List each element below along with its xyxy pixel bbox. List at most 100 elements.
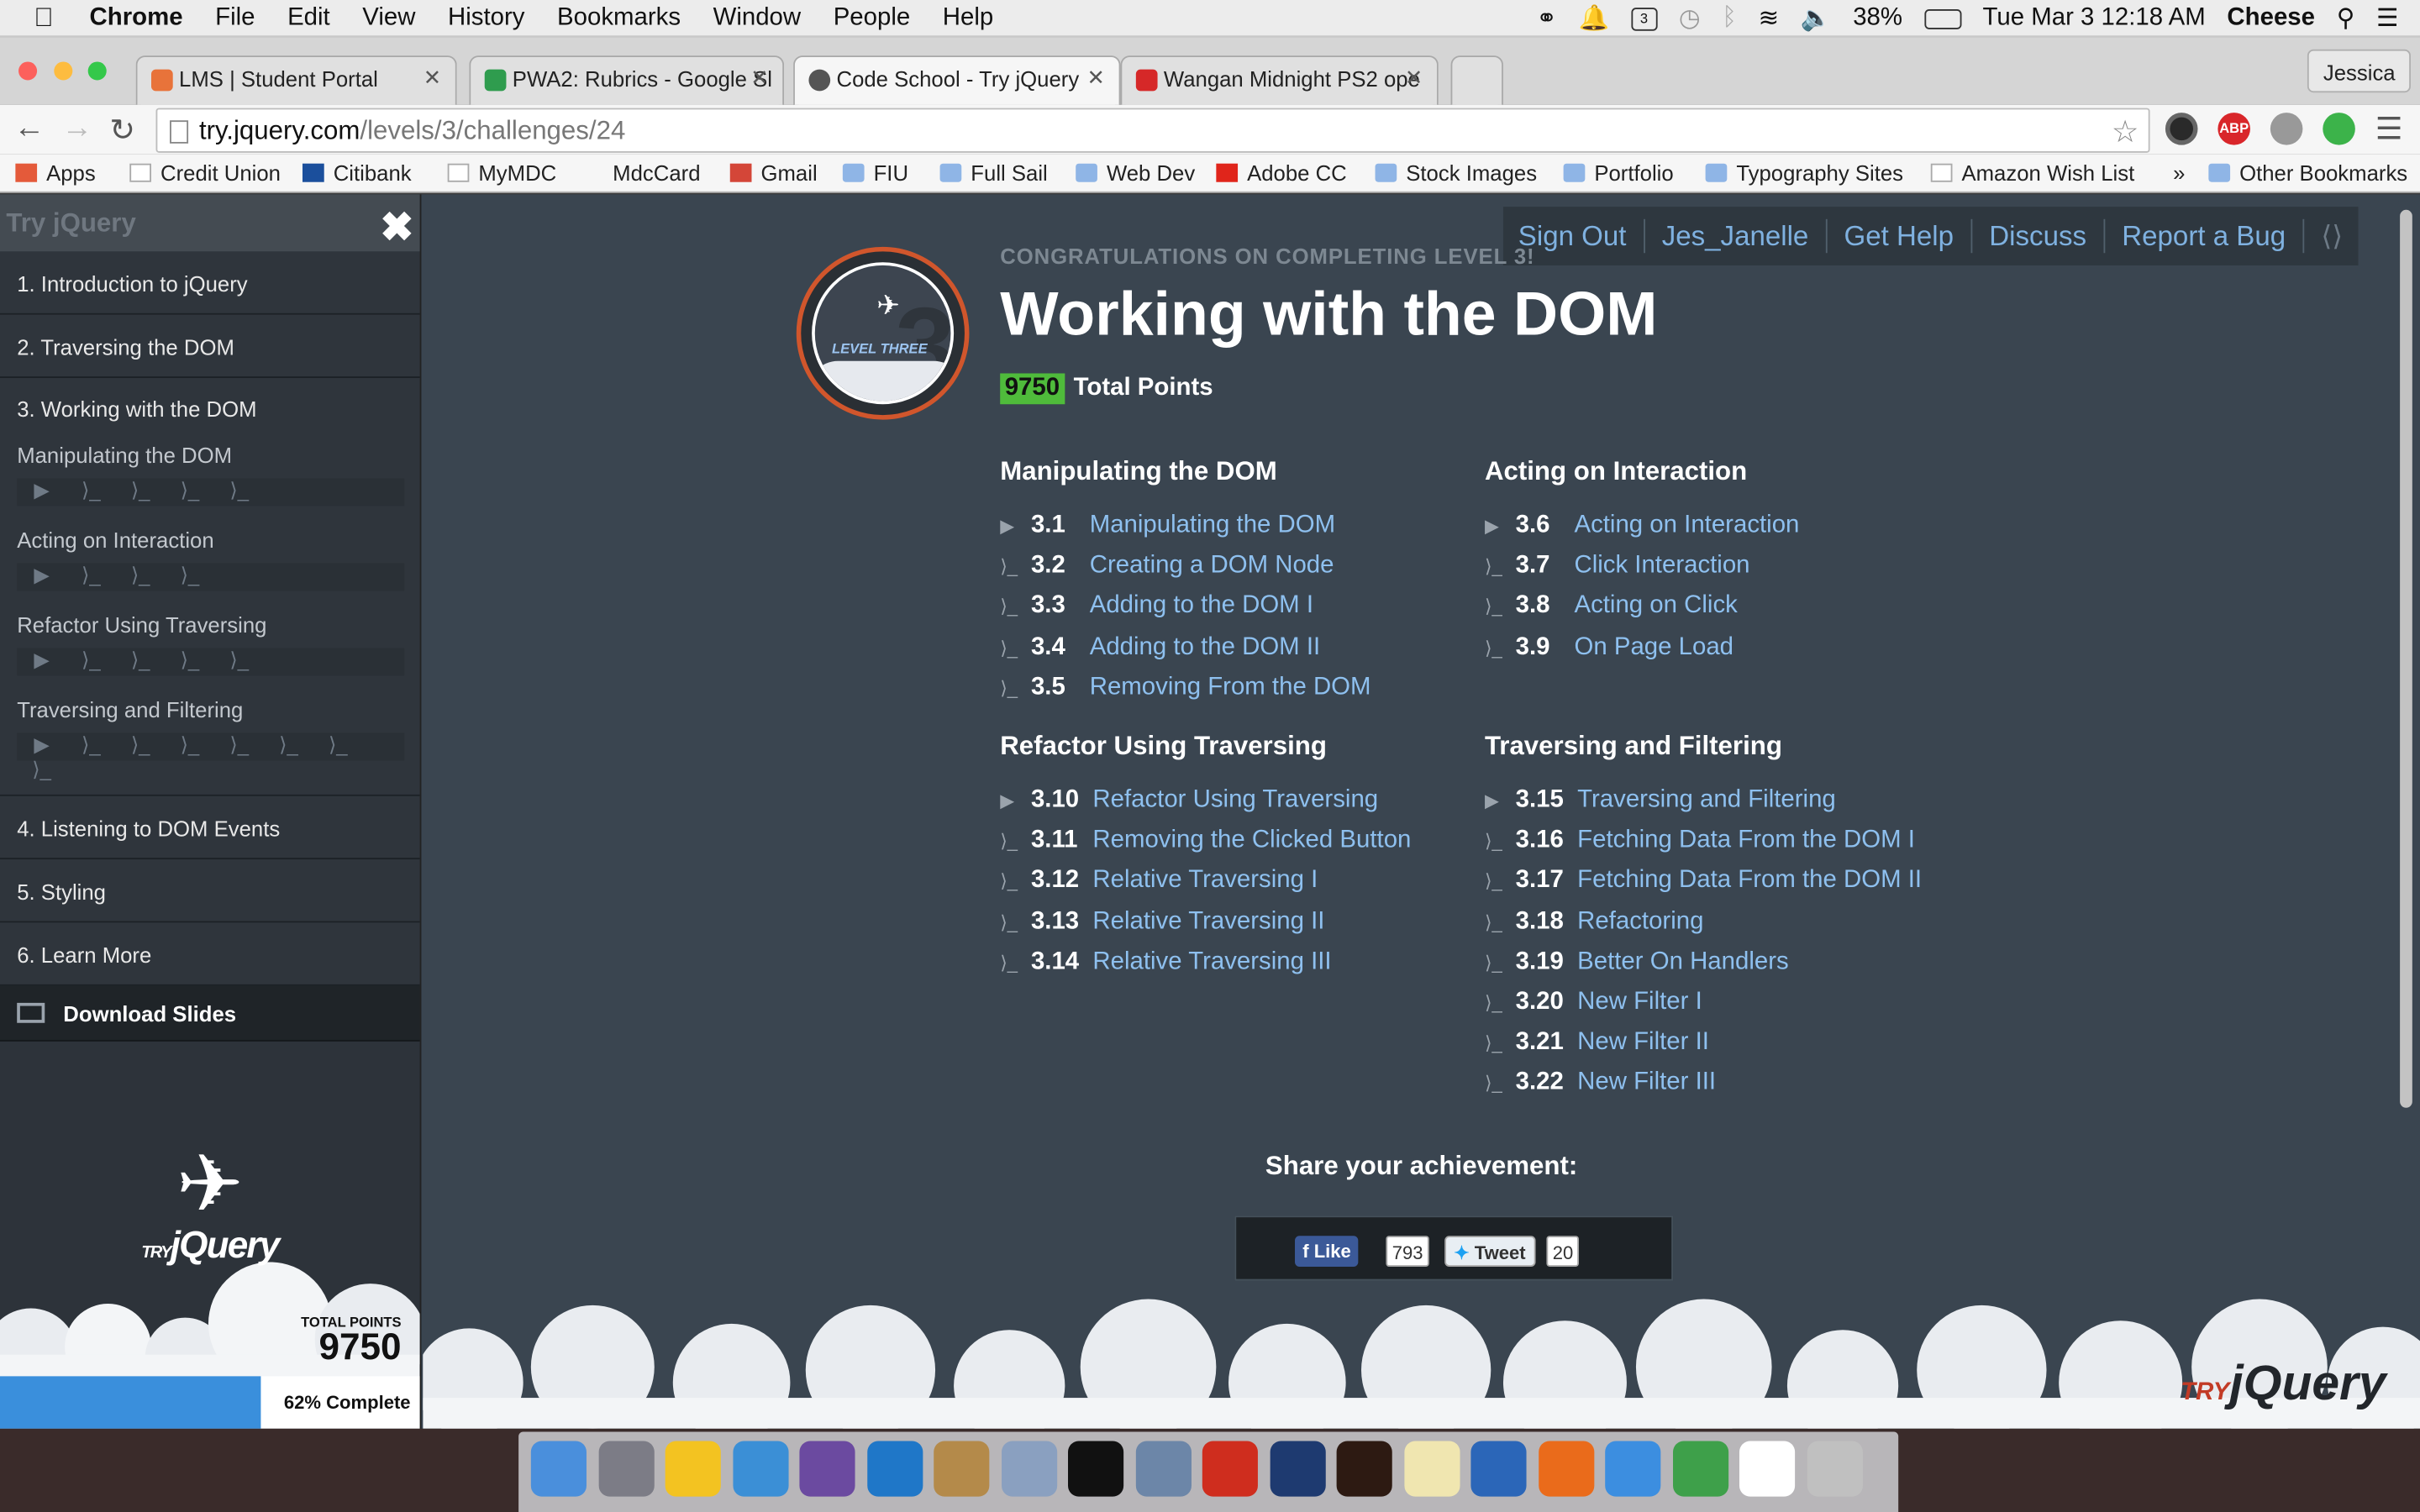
new-tab-button[interactable] [1450, 55, 1503, 105]
volume-icon[interactable]: 🔈 [1801, 3, 1832, 34]
sidebar-section-manipulating[interactable]: Manipulating the DOM [17, 443, 419, 467]
forward-icon[interactable]: → [61, 111, 92, 146]
extension-d-icon[interactable] [2323, 113, 2355, 145]
discuss-link[interactable]: Discuss [1989, 220, 2086, 253]
get-help-link[interactable]: Get Help [1844, 220, 1954, 253]
spotlight-icon[interactable]: ⚲ [2337, 3, 2355, 34]
bluetooth-icon[interactable]: ᛒ [1722, 5, 1737, 33]
dock-app-icon[interactable] [1269, 1441, 1325, 1497]
notification-bell-icon[interactable]: 🔔 [1579, 3, 1610, 34]
challenge-link[interactable]: ⟩_ 3.16 Fetching Data From the DOM I [1485, 821, 1979, 861]
tab-lms[interactable]: LMS | Student Portal ✕ [135, 55, 457, 105]
bookmark-fiu[interactable]: FIU [842, 160, 908, 185]
bookmark-web-dev[interactable]: Web Dev [1076, 160, 1195, 185]
tab-rubrics[interactable]: PWA2: Rubrics - Google Sl ✕ [469, 55, 785, 105]
challenge-status-icon[interactable]: ⟩_ [116, 732, 166, 757]
challenge-status-icon[interactable]: ⟩_ [66, 478, 116, 502]
bookmarks-overflow-chevron[interactable]: » [2173, 160, 2185, 185]
sidebar-level-4[interactable]: 4. Listening to DOM Events [0, 795, 420, 860]
challenge-status-icon[interactable]: ⟩_ [166, 563, 215, 587]
challenge-status-icon[interactable]: ⟩_ [214, 648, 264, 672]
dock-app-icon[interactable] [1134, 1441, 1192, 1497]
challenge-status-icon[interactable]: ⟩_ [166, 478, 215, 502]
bookmark-stock-images[interactable]: Stock Images [1375, 160, 1537, 185]
challenge-link[interactable]: ⟩_ 3.18 Refactoring [1485, 902, 1979, 942]
sidebar-section-traversing[interactable]: Traversing and Filtering [17, 697, 419, 722]
dock-app-icon[interactable] [866, 1441, 923, 1497]
challenge-link[interactable]: ⟩_ 3.3 Adding to the DOM I [1000, 587, 1494, 627]
challenge-link[interactable]: ▶ 3.15 Traversing and Filtering [1485, 780, 1979, 821]
bookmark-full-sail[interactable]: Full Sail [939, 160, 1048, 185]
challenge-status-icon[interactable]: ⟩_ [264, 732, 313, 757]
challenge-status-icon[interactable]: ⟩_ [166, 648, 215, 672]
dock-app-icon[interactable] [1672, 1441, 1728, 1497]
sidebar-level-3[interactable]: 3. Working with the DOM [17, 396, 419, 421]
menu-bookmarks[interactable]: Bookmarks [557, 4, 681, 32]
download-slides-button[interactable]: Download Slides [0, 985, 420, 1042]
profile-button[interactable]: Jessica [2307, 49, 2411, 93]
code-toggle-icon[interactable]: ⟨⟩ [2321, 220, 2343, 253]
extension-gear-icon[interactable] [2270, 113, 2303, 145]
dock-app-icon[interactable] [1605, 1441, 1661, 1497]
menu-app-name[interactable]: Chrome [90, 4, 183, 32]
window-zoom-button[interactable] [87, 61, 107, 81]
sidebar-level-2[interactable]: 2. Traversing the DOM [0, 314, 420, 379]
challenge-link[interactable]: ⟩_ 3.13 Relative Traversing II [1000, 902, 1494, 942]
challenge-status-icon[interactable]: ▶ [17, 648, 66, 672]
bookmark-amazon[interactable]: Amazon Wish List [1930, 160, 2134, 185]
challenge-status-icon[interactable]: ⟩_ [313, 732, 363, 757]
extension-color-icon[interactable] [2165, 113, 2198, 145]
dock-app-icon[interactable] [1068, 1441, 1124, 1497]
challenge-link[interactable]: ▶ 3.1 Manipulating the DOM [1000, 506, 1494, 546]
menu-history[interactable]: History [448, 4, 524, 32]
bookmark-apps[interactable]: Apps [15, 160, 96, 185]
tab-youtube[interactable]: Wangan Midnight PS2 ope ✕ [1120, 55, 1439, 105]
challenge-status-icon[interactable]: ⟩_ [66, 648, 116, 672]
challenge-status-icon[interactable]: ▶ [17, 478, 66, 502]
challenge-status-icon[interactable]: ⟩_ [66, 563, 116, 587]
challenge-link[interactable]: ⟩_ 3.19 Better On Handlers [1485, 942, 1979, 983]
menu-edit[interactable]: Edit [287, 4, 330, 32]
notification-center-icon[interactable]: ☰ [2376, 3, 2398, 34]
apple-icon[interactable]:  [34, 3, 65, 34]
challenge-status-icon[interactable]: ⟩_ [116, 563, 166, 587]
challenge-link[interactable]: ⟩_ 3.21 New Filter II [1485, 1023, 1979, 1063]
sidebar-close-icon[interactable]: ✖ [380, 203, 413, 251]
tab-close-icon[interactable]: ✕ [1405, 65, 1423, 91]
sidebar-section-refactor[interactable]: Refactor Using Traversing [17, 612, 419, 637]
dock-app-icon[interactable] [1336, 1441, 1392, 1497]
dock-app-icon[interactable] [530, 1441, 587, 1497]
tab-close-icon[interactable]: ✕ [1087, 65, 1106, 91]
bookmark-typography[interactable]: Typography Sites [1705, 160, 1903, 185]
facebook-like-button[interactable]: f Like [1295, 1236, 1359, 1267]
challenge-link[interactable]: ⟩_ 3.8 Acting on Click [1485, 587, 1979, 627]
dock-app-icon[interactable] [597, 1441, 654, 1497]
menu-view[interactable]: View [362, 4, 415, 32]
menu-people[interactable]: People [834, 4, 911, 32]
time-machine-icon[interactable]: ◷ [1679, 3, 1701, 34]
bookmark-adobe-cc[interactable]: Adobe CC [1216, 160, 1347, 185]
challenge-link[interactable]: ⟩_ 3.4 Adding to the DOM II [1000, 627, 1494, 668]
wifi-icon[interactable]: ≋ [1759, 3, 1780, 34]
tab-close-icon[interactable]: ✕ [424, 65, 442, 91]
chrome-menu-icon[interactable]: ☰ [2375, 109, 2403, 148]
bookmark-star-icon[interactable]: ☆ [2112, 113, 2139, 151]
dock-app-icon[interactable] [1470, 1441, 1527, 1497]
window-minimize-button[interactable] [54, 61, 73, 81]
clock[interactable]: Tue Mar 3 12:18 AM [1983, 5, 2206, 33]
menu-help[interactable]: Help [943, 4, 993, 32]
challenge-link[interactable]: ⟩_ 3.5 Removing From the DOM [1000, 668, 1494, 708]
challenge-link[interactable]: ⟩_ 3.22 New Filter III [1485, 1063, 1979, 1104]
challenge-link[interactable]: ⟩_ 3.12 Relative Traversing I [1000, 862, 1494, 902]
challenge-link[interactable]: ⟩_ 3.11 Removing the Clicked Button [1000, 821, 1494, 861]
bookmark-mymdc[interactable]: MyMDC [447, 160, 556, 185]
reload-icon[interactable]: ↻ [109, 111, 135, 150]
challenge-status-icon[interactable]: ⟩_ [66, 732, 116, 757]
dock-app-icon[interactable] [1806, 1441, 1863, 1497]
bookmark-citibank[interactable]: Citibank [302, 160, 412, 185]
dock-app-icon[interactable] [665, 1441, 721, 1497]
challenge-link[interactable]: ⟩_ 3.7 Click Interaction [1485, 547, 1979, 587]
challenge-link[interactable]: ⟩_ 3.14 Relative Traversing III [1000, 942, 1494, 983]
challenge-status-icon[interactable]: ⟩_ [166, 732, 215, 757]
tab-code-school[interactable]: Code School - Try jQuery ✕ [793, 55, 1121, 105]
